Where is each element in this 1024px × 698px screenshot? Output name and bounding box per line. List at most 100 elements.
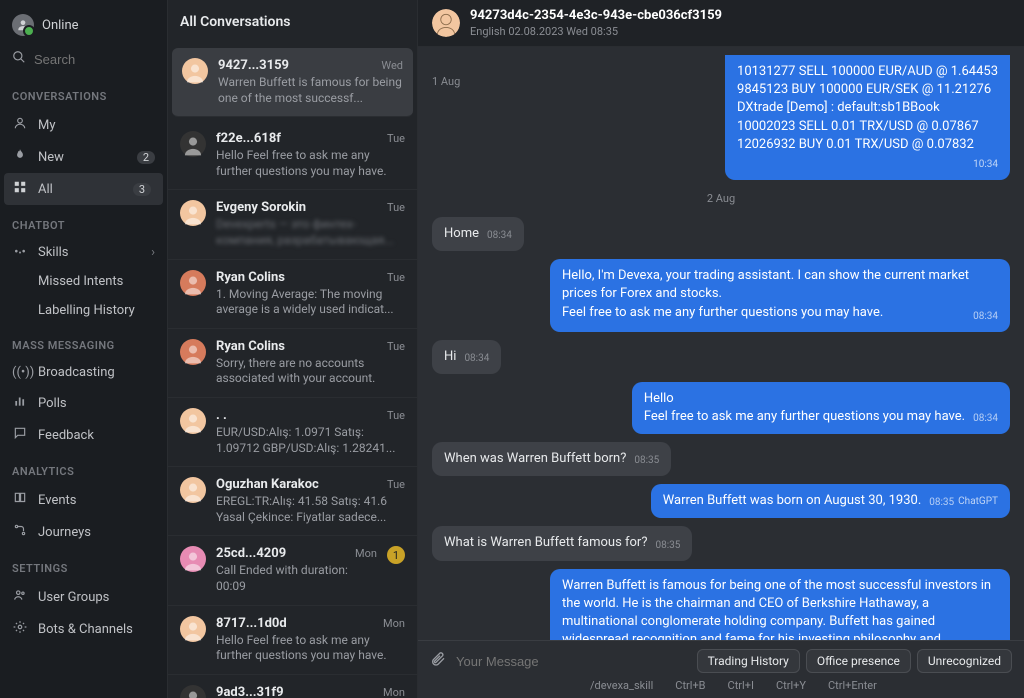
- nav-user-groups[interactable]: User Groups: [0, 581, 167, 613]
- gear-icon: [12, 620, 28, 638]
- conversation-name: 9427...3159: [218, 58, 289, 73]
- nav-label: Skills: [38, 245, 69, 260]
- search-row[interactable]: [0, 42, 167, 76]
- nav-feedback[interactable]: Feedback: [0, 419, 167, 451]
- nav-missed-intents[interactable]: Missed Intents: [0, 267, 167, 296]
- date-separator: 2 Aug: [432, 192, 1010, 205]
- nav-labelling-history[interactable]: Labelling History: [0, 296, 167, 325]
- nav-broadcasting[interactable]: ((•)) Broadcasting: [0, 358, 167, 387]
- chip-office-presence[interactable]: Office presence: [806, 649, 911, 673]
- section-mass: MASS MESSAGING: [0, 325, 167, 358]
- conversation-preview: 1. Moving Average: The moving average is…: [216, 287, 405, 318]
- avatar: [180, 339, 206, 365]
- nav-polls[interactable]: Polls: [0, 387, 167, 419]
- grid-icon: [12, 180, 28, 198]
- conversation-item[interactable]: 9ad3...31f9MonHello Feel free to ask me …: [168, 675, 417, 698]
- presence-status[interactable]: Online: [0, 8, 167, 42]
- nav-bots-channels[interactable]: Bots & Channels: [0, 613, 167, 645]
- message-bubble: Home08:34: [432, 217, 524, 251]
- message-bubble: Hi08:34: [432, 340, 501, 374]
- suggestion-chips: Trading History Office presence Unrecogn…: [697, 649, 1012, 673]
- conversation-item[interactable]: 8717...1d0dMonHello Feel free to ask me …: [168, 606, 417, 675]
- nav-label: All: [38, 182, 53, 197]
- message-line: DXtrade [Demo] : default:sb1BBook: [737, 99, 998, 117]
- shortcut: Ctrl+Enter: [828, 679, 877, 692]
- nav-all[interactable]: All 3: [4, 173, 163, 205]
- conversation-name: f22e...618f: [216, 131, 281, 146]
- conversation-preview: Call Ended with duration: 00:09: [216, 563, 377, 594]
- chart-icon: [12, 394, 28, 412]
- nav-label: Polls: [38, 396, 67, 411]
- conversation-preview: Hello Feel free to ask me any further qu…: [216, 148, 405, 179]
- section-settings: SETTINGS: [0, 548, 167, 581]
- avatar: [180, 408, 206, 434]
- nav-journeys[interactable]: Journeys: [0, 516, 167, 548]
- chip-trading-history[interactable]: Trading History: [697, 649, 800, 673]
- conversation-item[interactable]: Ryan ColinsTue1. Moving Average: The mov…: [168, 260, 417, 329]
- date-separator: 1 Aug: [432, 75, 460, 88]
- shortcut: Ctrl+I: [728, 679, 754, 692]
- avatar: [432, 9, 460, 37]
- message-bubble: Warren Buffett is famous for being one o…: [550, 569, 1010, 640]
- avatar: [180, 616, 206, 642]
- conversation-list: All Conversations 9427...3159WedWarren B…: [168, 0, 418, 698]
- presence-label: Online: [42, 18, 79, 33]
- chat-messages[interactable]: 1 Aug 10131277 SELL 100000 EUR/AUD @ 1.6…: [418, 47, 1024, 640]
- shortcut: /devexa_skill: [590, 679, 653, 692]
- shortcut: Ctrl+Y: [776, 679, 806, 692]
- nav-label: User Groups: [38, 590, 109, 605]
- conversation-item[interactable]: f22e...618fTueHello Feel free to ask me …: [168, 121, 417, 190]
- chat-icon: [12, 426, 28, 444]
- conversation-item[interactable]: Oguzhan KarakocTueEREGL:TR:Alış: 41.58 S…: [168, 467, 417, 536]
- nav-label: Journeys: [38, 525, 91, 540]
- conversation-item[interactable]: 25cd...4209MonCall Ended with duration: …: [168, 536, 417, 605]
- conversation-name: Oguzhan Karakoc: [216, 477, 319, 492]
- message-line: 12026932 BUY 0.01 TRX/USD @ 0.07832: [737, 136, 998, 154]
- message-line: 9845123 BUY 100000 EUR/SEK @ 11.21276: [737, 81, 998, 99]
- conversation-item[interactable]: . .TueEUR/USD:Alış: 1.0971 Satış: 1.0971…: [168, 398, 417, 467]
- conversation-ts: Tue: [387, 340, 405, 353]
- journey-icon: [12, 523, 28, 541]
- message-bubble: Warren Buffett was born on August 30, 19…: [651, 484, 1010, 518]
- nav-skills[interactable]: ••• Skills ›: [0, 238, 167, 267]
- conversation-ts: Mon: [383, 686, 405, 698]
- message-input[interactable]: [456, 654, 687, 669]
- chip-unrecognized[interactable]: Unrecognized: [917, 649, 1012, 673]
- user-avatar-icon: [12, 14, 34, 36]
- nav-label: Events: [38, 493, 76, 508]
- message-text: Home: [444, 226, 479, 241]
- nav-new[interactable]: New 2: [0, 141, 167, 173]
- message-bubble: Hello, I'm Devexa, your trading assistan…: [550, 259, 1010, 331]
- conversation-item[interactable]: 9427...3159WedWarren Buffett is famous f…: [172, 48, 413, 117]
- message-text: Hello, I'm Devexa, your trading assistan…: [562, 268, 969, 319]
- shortcut-hints: /devexa_skill Ctrl+B Ctrl+I Ctrl+Y Ctrl+…: [430, 679, 1012, 692]
- message-ts: 08:34: [973, 412, 998, 426]
- users-icon: [12, 588, 28, 606]
- conversation-name: Ryan Colins: [216, 270, 285, 285]
- attach-icon[interactable]: [430, 651, 446, 671]
- conversation-name: Ryan Colins: [216, 339, 285, 354]
- conversation-ts: Mon: [355, 547, 377, 560]
- message-text: Warren Buffett is famous for being one o…: [562, 578, 991, 640]
- avatar: [182, 58, 208, 84]
- conversation-name: Evgeny Sorokin: [216, 200, 306, 215]
- skills-icon: •••: [12, 245, 28, 260]
- search-icon: [12, 50, 26, 68]
- conversation-item[interactable]: Ryan ColinsTueSorry, there are no accoun…: [168, 329, 417, 398]
- message-ts: 10:34: [973, 159, 998, 170]
- avatar: [180, 200, 206, 226]
- sidebar: Online CONVERSATIONS My New 2 All 3 CHAT…: [0, 0, 168, 698]
- message-ts: 08:35: [656, 539, 681, 553]
- chat-pane: 94273d4c-2354-4e3c-943e-cbe036cf3159 Eng…: [418, 0, 1024, 698]
- nav-my[interactable]: My: [0, 109, 167, 141]
- unread-badge: 1: [387, 546, 405, 564]
- conversation-item[interactable]: Evgeny SorokinTueDevexperts — это финтех…: [168, 190, 417, 259]
- chat-header: 94273d4c-2354-4e3c-943e-cbe036cf3159 Eng…: [418, 0, 1024, 47]
- message-text: Hello Feel free to ask me any further qu…: [644, 391, 965, 424]
- message-ts: 08:34: [973, 310, 998, 324]
- section-conversations: CONVERSATIONS: [0, 76, 167, 109]
- conversation-name: 8717...1d0d: [216, 616, 287, 631]
- nav-badge: 2: [137, 151, 155, 164]
- avatar: [180, 270, 206, 296]
- nav-events[interactable]: Events: [0, 484, 167, 516]
